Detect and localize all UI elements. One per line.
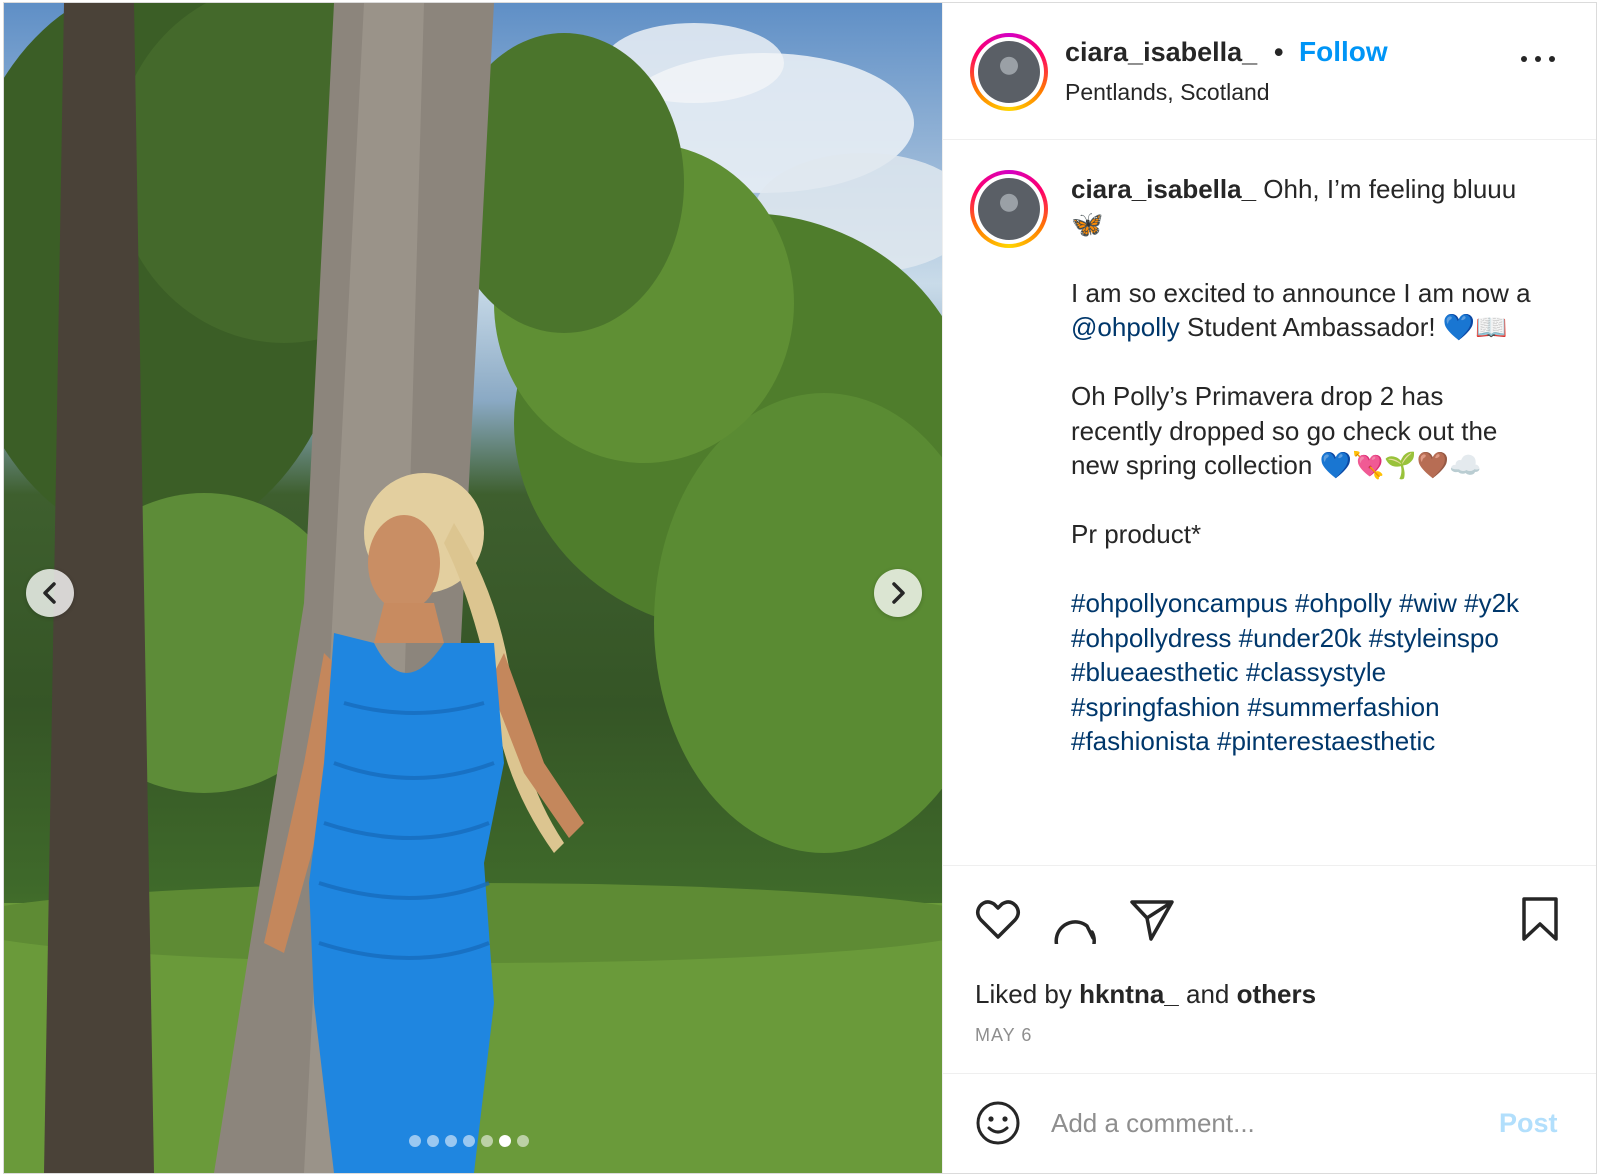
- carousel-dot: [409, 1135, 421, 1147]
- carousel-next-button[interactable]: [874, 569, 922, 617]
- likes-others[interactable]: others: [1237, 979, 1316, 1009]
- comment-input[interactable]: [1051, 1102, 1481, 1144]
- follow-button[interactable]: Follow: [1299, 36, 1388, 68]
- send-icon[interactable]: [1127, 894, 1177, 944]
- caption-username[interactable]: ciara_isabella_: [1071, 174, 1256, 204]
- avatar[interactable]: [970, 33, 1048, 111]
- chevron-right-icon: [892, 582, 905, 604]
- likes-summary[interactable]: Liked by hkntna_ and others: [975, 979, 1316, 1010]
- chevron-left-icon: [43, 582, 56, 604]
- post-meta: Liked by hkntna_ and others MAY 6: [943, 979, 1596, 1074]
- hashtags[interactable]: #ohpollyoncampus #ohpolly #wiw #y2k #ohp…: [1071, 586, 1541, 759]
- carousel-dot: [517, 1135, 529, 1147]
- post-location[interactable]: Pentlands, Scotland: [1065, 79, 1270, 106]
- post-date[interactable]: MAY 6: [975, 1025, 1032, 1046]
- post-caption: ciara_isabella_ Ohh, I’m feeling bluuu 🦋…: [1071, 172, 1541, 793]
- post-header: ciara_isabella_ • Follow Pentlands, Scot…: [943, 3, 1596, 140]
- smiley-icon[interactable]: [975, 1100, 1021, 1146]
- caption-line: ciara_isabella_ Ohh, I’m feeling bluuu 🦋: [1071, 172, 1541, 241]
- carousel-dot-active: [499, 1135, 511, 1147]
- post-photo: [4, 3, 942, 1173]
- separator-dot: •: [1274, 37, 1284, 67]
- carousel-dot: [427, 1135, 439, 1147]
- carousel-dot: [481, 1135, 493, 1147]
- bookmark-icon[interactable]: [1515, 894, 1565, 944]
- more-horizontal-icon[interactable]: [1518, 49, 1558, 69]
- avatar-image: [978, 178, 1040, 240]
- comment-bar: Post: [943, 1074, 1596, 1173]
- likes-middle: and: [1178, 979, 1237, 1009]
- caption-paragraph: Oh Polly’s Primavera drop 2 has recently…: [1071, 381, 1498, 480]
- caption-section: ciara_isabella_ Ohh, I’m feeling bluuu 🦋…: [943, 140, 1596, 866]
- caption-text: I am so excited to announce I am now a: [1071, 277, 1531, 308]
- action-bar: [943, 866, 1596, 979]
- author-username[interactable]: ciara_isabella_: [1065, 37, 1257, 68]
- post-comment-button[interactable]: Post: [1499, 1108, 1558, 1139]
- caption-avatar[interactable]: [970, 170, 1048, 248]
- carousel-dot: [445, 1135, 457, 1147]
- post-media[interactable]: [4, 3, 942, 1173]
- carousel-prev-button[interactable]: [26, 569, 74, 617]
- caption-paragraph: Pr product*: [1071, 519, 1202, 549]
- post-dialog: ciara_isabella_ • Follow Pentlands, Scot…: [3, 2, 1597, 1174]
- heart-icon[interactable]: [973, 894, 1023, 944]
- post-sidebar: ciara_isabella_ • Follow Pentlands, Scot…: [942, 3, 1596, 1173]
- comment-icon[interactable]: [1049, 894, 1099, 944]
- carousel-indicators: [409, 1135, 529, 1147]
- caption-paragraph: I am so excited to announce I am now a @…: [1071, 276, 1541, 345]
- liked-by-user[interactable]: hkntna_: [1079, 979, 1179, 1009]
- likes-prefix: Liked by: [975, 979, 1080, 1009]
- caption-text: Student Ambassador! 💙📖: [1179, 312, 1508, 342]
- carousel-dot: [463, 1135, 475, 1147]
- avatar-image: [978, 41, 1040, 103]
- mention-link[interactable]: @ohpolly: [1071, 312, 1180, 342]
